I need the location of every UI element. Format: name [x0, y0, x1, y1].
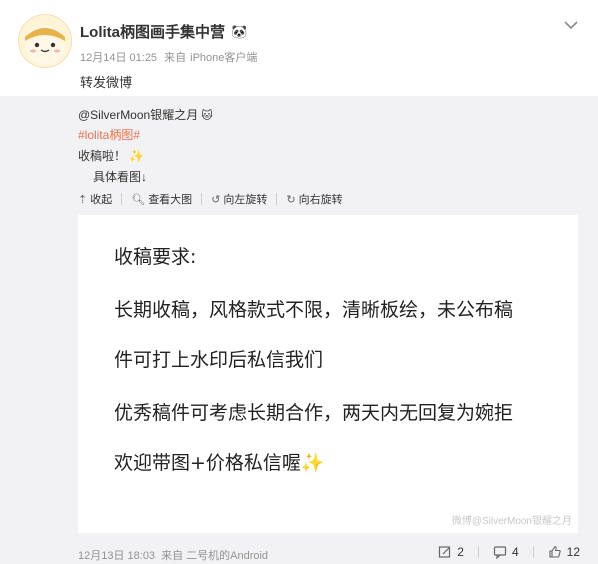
avatar-face-icon: [25, 25, 65, 65]
source-prefix: 来自: [161, 550, 184, 562]
rotate-right-label: 向右旋转: [298, 194, 343, 206]
hashtag-link[interactable]: #lolita柄图#: [78, 126, 140, 143]
original-post-meta: 12月13日 18:03 来自 二号机的Android: [78, 547, 271, 563]
repost-card: @SilverMoon银耀之月 🐱 #lolita柄图# 收稿啦！ ✨ 具体看图↓…: [0, 96, 598, 536]
post-source: iPhone客户端: [190, 52, 258, 64]
repost-button[interactable]: 2: [438, 545, 464, 559]
divider: [477, 546, 479, 558]
view-large-label: 查看大图: [148, 194, 193, 206]
post-meta: 12月14日 01:25 来自 iPhone客户端: [80, 49, 261, 65]
sparkle-icon: ✨: [129, 149, 145, 163]
collapse-label: 收起: [90, 194, 113, 206]
divider: [276, 193, 278, 205]
post-text: 转发微博: [80, 75, 133, 90]
image-title: 收稿要求:: [114, 246, 197, 268]
repost-text-line2: 具体看图↓: [93, 170, 148, 184]
panda-icon: 🐼: [231, 24, 248, 39]
original-post-source: 二号机的Android: [186, 550, 269, 562]
image-watermark: 微博@SilverMoon银耀之月: [451, 516, 572, 527]
collapse-button[interactable]: ⇡ 收起: [78, 191, 112, 207]
rotate-left-icon: ↺: [211, 193, 221, 206]
rotate-left-label: 向左旋转: [223, 194, 268, 206]
divider: [121, 193, 123, 205]
comment-button[interactable]: 4: [493, 545, 519, 559]
image-line: 件可打上水印后私信我们: [114, 349, 324, 371]
rotate-right-button[interactable]: ↻ 向右旋转: [286, 191, 342, 207]
post-time[interactable]: 12月14日 01:25: [80, 52, 157, 64]
post-image[interactable]: 收稿要求: 长期收稿，风格款式不限，清晰板绘，未公布稿 件可打上水印后私信我们 …: [78, 215, 578, 533]
divider: [201, 193, 203, 205]
cat-icon: 🐱: [201, 110, 213, 122]
source-prefix: 来自: [164, 52, 187, 64]
image-line: 长期收稿，风格款式不限，清晰板绘，未公布稿: [114, 299, 514, 321]
view-large-button[interactable]: 🔍︎ 查看大图: [131, 191, 192, 207]
divider: [532, 546, 534, 558]
repost-footer: 12月13日 18:03 来自 二号机的Android 2 4 12: [0, 536, 598, 564]
rotate-left-button[interactable]: ↺ 向左旋转: [211, 191, 267, 207]
like-count: 12: [566, 545, 580, 559]
repost-icon: [439, 546, 451, 558]
repost-count: 2: [457, 545, 464, 559]
like-button[interactable]: 12: [548, 545, 580, 559]
original-author-name[interactable]: @SilverMoon银耀之月: [78, 108, 198, 122]
thumbs-up-icon: [549, 545, 561, 558]
repost-text-line1: 收稿啦！ ✨: [78, 147, 144, 164]
rotate-right-icon: ↻: [286, 193, 296, 206]
magnifier-icon: 🔍︎: [131, 193, 146, 206]
original-post-time[interactable]: 12月13日 18:03: [78, 550, 155, 562]
arrow-up-icon: ⇡: [78, 193, 88, 206]
action-bar: 2 4 12: [438, 545, 580, 559]
chevron-down-icon[interactable]: [562, 16, 580, 34]
image-line: 欢迎带图+价格私信喔✨: [114, 452, 325, 474]
image-toolbar: ⇡ 收起 🔍︎ 查看大图 ↺ 向左旋转 ↻ 向右旋转: [78, 191, 343, 207]
comment-count: 4: [511, 545, 519, 559]
image-line: 优秀稿件可考虑长期合作，两天内无回复为婉拒: [114, 402, 514, 424]
comment-icon: [493, 546, 507, 559]
post-header: Lolita柄图画手集中营 🐼 12月14日 01:25 来自 iPhone客户端 …: [0, 0, 598, 96]
avatar[interactable]: [18, 14, 72, 68]
original-author[interactable]: @SilverMoon银耀之月 🐱: [78, 106, 213, 123]
repost-text-line1-text: 收稿啦！: [78, 149, 127, 163]
username-text[interactable]: Lolita柄图画手集中营: [80, 24, 225, 41]
username[interactable]: Lolita柄图画手集中营 🐼: [80, 21, 247, 42]
